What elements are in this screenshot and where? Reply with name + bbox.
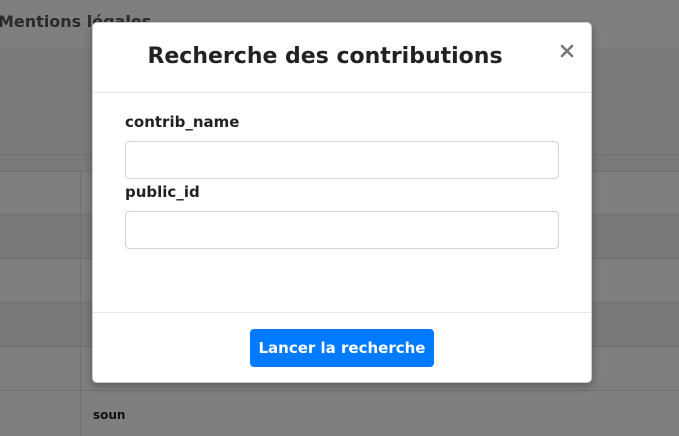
public-id-label: public_id (125, 183, 200, 201)
contrib-name-input[interactable] (125, 141, 559, 179)
close-button[interactable] (555, 39, 579, 63)
modal-title: Recherche des contributions (147, 44, 503, 69)
modal-body: contrib_name public_id (93, 93, 591, 312)
launch-search-button[interactable]: Lancer la recherche (250, 329, 434, 367)
modal-header: Recherche des contributions (93, 23, 591, 93)
modal-footer: Lancer la recherche (93, 312, 591, 383)
contrib-name-label: contrib_name (125, 113, 240, 131)
public-id-input[interactable] (125, 211, 559, 249)
search-modal: Recherche des contributions contrib_name… (92, 22, 592, 383)
close-icon (560, 44, 574, 58)
